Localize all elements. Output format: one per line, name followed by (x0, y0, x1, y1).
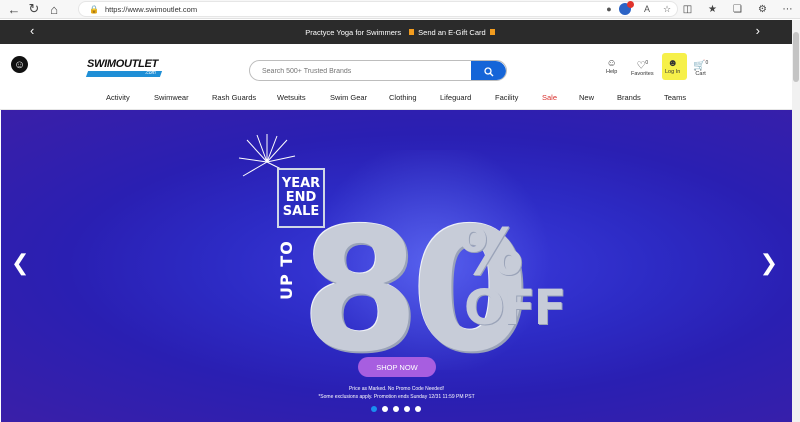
url-text: https://www.swimoutlet.com (104, 4, 198, 14)
promo-next-arrow-icon[interactable]: › (756, 23, 760, 38)
nav-item-facility[interactable]: Facility (495, 93, 518, 102)
refresh-icon[interactable]: ↻ (24, 0, 44, 19)
promo-text[interactable]: Practyce Yoga for Swimmers (305, 28, 401, 37)
site-logo[interactable]: SWIMOUTLET .com (85, 58, 165, 77)
favorite-star-icon[interactable]: ☆ (657, 4, 677, 15)
nav-item-sale[interactable]: Sale (542, 93, 557, 102)
home-icon[interactable]: ⌂ (44, 0, 64, 19)
extension-icon[interactable] (619, 1, 634, 15)
extensions-icon[interactable]: ⚙ (750, 4, 775, 15)
fine-print-2: *Some exclusions apply. Promotion ends S… (318, 394, 475, 400)
read-aloud-icon[interactable]: A (637, 4, 657, 14)
favorites-link[interactable]: ♡0 Favorites (631, 58, 654, 77)
nav-item-wetsuits[interactable]: Wetsuits (277, 93, 306, 102)
promo-prev-arrow-icon[interactable]: ‹ (30, 23, 34, 38)
cart-icon: 🛒0 (693, 60, 709, 72)
gift-icon (409, 29, 415, 35)
nav-item-clothing[interactable]: Clothing (389, 93, 417, 102)
hero-prev-arrow-icon[interactable]: ❮ (11, 250, 29, 276)
category-nav: Activity Swimwear Rash Guards Wetsuits S… (0, 93, 800, 107)
egift-link[interactable]: Send an E-Gift Card (418, 28, 486, 37)
carousel-dot[interactable] (393, 406, 399, 412)
address-bar[interactable]: 🔒 https://www.swimoutlet.com ● A ☆ (78, 1, 678, 17)
carousel-dot[interactable] (404, 406, 410, 412)
nav-item-swim-gear[interactable]: Swim Gear (330, 93, 367, 102)
shop-now-button[interactable]: SHOP NOW (358, 357, 436, 377)
heart-icon: ♡0 (636, 60, 649, 72)
favorites-bar-icon[interactable]: ★ (700, 4, 725, 15)
user-icon: ☻ (667, 58, 678, 69)
page-scrollbar[interactable] (792, 20, 800, 422)
promo-bar: ‹ Practyce Yoga for Swimmers Send an E-G… (0, 20, 800, 44)
help-link[interactable]: ☺ Help (606, 58, 617, 75)
split-screen-icon[interactable]: ◫ (675, 4, 700, 15)
nav-item-teams[interactable]: Teams (664, 93, 686, 102)
lock-icon: 🔒 (89, 4, 99, 14)
nav-item-brands[interactable]: Brands (617, 93, 641, 102)
fine-print-1: Price as Marked. No Promo Code Needed! (348, 386, 445, 392)
help-icon: ☺ (606, 58, 617, 69)
carousel-dots (371, 406, 421, 412)
carousel-dot[interactable] (415, 406, 421, 412)
more-icon[interactable]: ⋯ (775, 4, 800, 15)
login-link[interactable]: ☻ Log In (665, 58, 680, 75)
search-button[interactable] (471, 61, 506, 80)
search-bar (249, 60, 507, 81)
nav-item-lifeguard[interactable]: Lifeguard (440, 93, 471, 102)
search-icon (483, 66, 493, 76)
browser-toolbar: ← ↻ ⌂ 🔒 https://www.swimoutlet.com ● A ☆… (0, 0, 800, 19)
off-text: OFF (464, 280, 566, 336)
percent-sign: % (459, 216, 524, 290)
carousel-dot[interactable] (371, 406, 377, 412)
carousel-dot[interactable] (382, 406, 388, 412)
nav-item-rash-guards[interactable]: Rash Guards (212, 93, 256, 102)
cart-link[interactable]: 🛒0 Cart (693, 58, 708, 77)
search-input[interactable] (262, 65, 467, 77)
reader-icon[interactable]: ● (599, 4, 619, 14)
nav-item-activity[interactable]: Activity (106, 93, 130, 102)
gift-icon (489, 29, 495, 35)
hero-next-arrow-icon[interactable]: ❯ (760, 250, 778, 276)
back-icon[interactable]: ← (4, 0, 24, 19)
nav-item-swimwear[interactable]: Swimwear (154, 93, 189, 102)
accessibility-icon[interactable]: ☺ (11, 56, 28, 73)
up-to-text: UP TO (277, 240, 296, 300)
hero-banner[interactable]: ❮ ❯ YEAR END SALE UP TO 80 % OFF SHOP NO… (1, 110, 792, 422)
nav-item-new[interactable]: New (579, 93, 594, 102)
collections-icon[interactable]: ❏ (725, 4, 750, 15)
